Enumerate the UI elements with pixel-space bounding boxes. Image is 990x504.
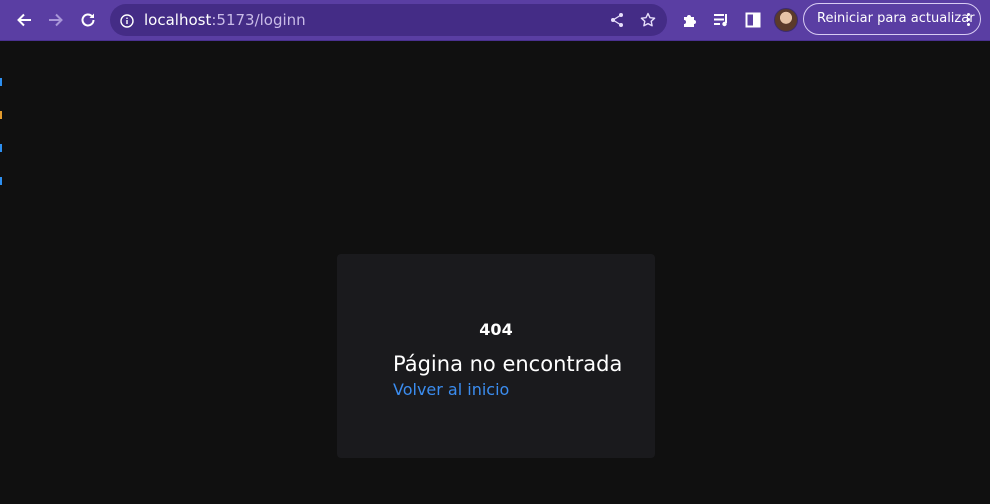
star-icon[interactable] [638,10,658,30]
update-button-label: Reiniciar para actualizar [817,11,975,26]
address-bar[interactable]: localhost:5173/loginn [110,4,667,36]
side-panel-icon[interactable] [741,8,765,32]
error-code: 404 [479,320,513,339]
extensions-icon[interactable] [677,8,701,32]
info-icon[interactable] [120,13,134,28]
update-button[interactable]: Reiniciar para actualizar [803,3,981,35]
url-path: :5173/loginn [211,11,306,29]
share-icon[interactable] [607,10,627,30]
error-message: Página no encontrada [393,352,623,376]
back-home-link[interactable]: Volver al inicio [393,380,509,400]
media-icon[interactable] [709,8,733,32]
reload-icon[interactable] [76,8,100,32]
browser-toolbar: localhost:5173/loginn Reiniciar para act… [0,0,990,41]
forward-icon[interactable] [44,8,68,32]
back-icon[interactable] [12,8,36,32]
url-host: localhost [144,11,212,29]
url-text[interactable]: localhost:5173/loginn [144,11,306,29]
more-icon[interactable] [967,13,971,27]
profile-avatar[interactable] [774,8,798,32]
